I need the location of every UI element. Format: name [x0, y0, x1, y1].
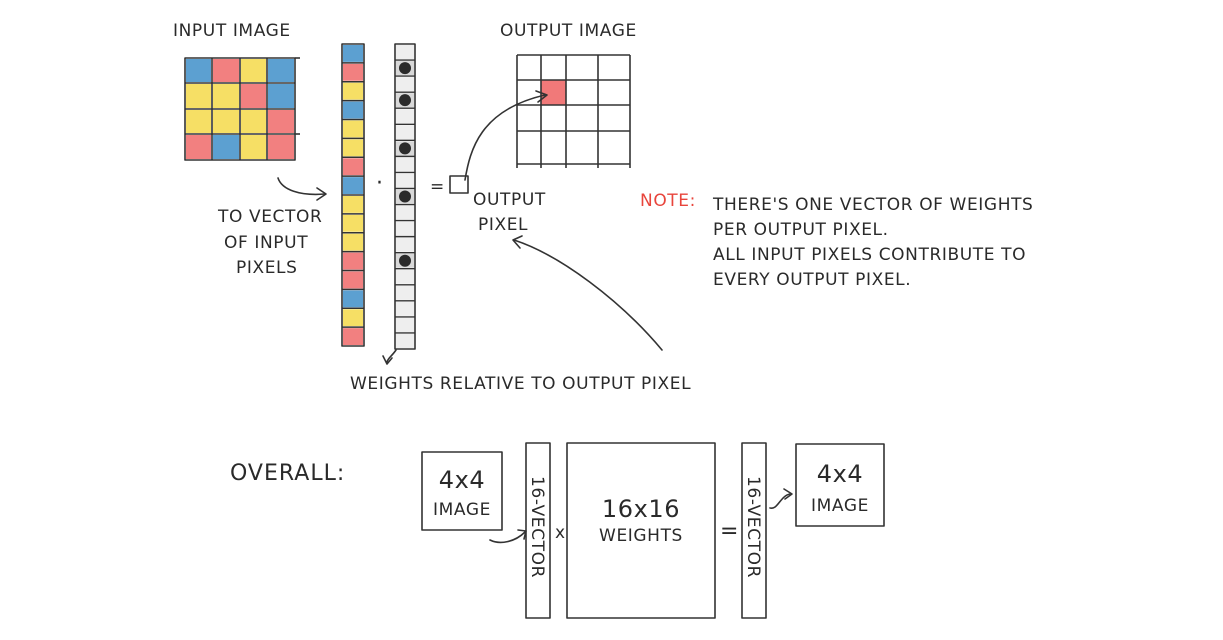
input-vector-cell [343, 45, 363, 62]
output-pixel-arrow [464, 94, 546, 181]
output-image-box-label: IMAGE [811, 496, 869, 516]
note-line-1: THERE'S ONE VECTOR OF WEIGHTS [712, 195, 1033, 215]
weight-dark-mark [399, 142, 411, 155]
note-line-2: PER OUTPUT PIXEL. [713, 220, 889, 240]
image-to-vector-arrow [489, 531, 526, 544]
weight-vector-cell [396, 77, 414, 92]
equals-operator-bottom: = [720, 519, 739, 544]
input-pixel-cell [186, 135, 211, 159]
weight-dark-mark [399, 94, 411, 107]
weights-matrix-size: 16x16 [602, 495, 680, 523]
input-vector-cell [343, 252, 363, 270]
input-pixel-cell [241, 110, 266, 133]
overall-label: OVERALL: [230, 461, 345, 486]
input-vector-cell [343, 309, 363, 327]
input-pixel-cell [241, 135, 266, 159]
to-vector-arrow [277, 177, 326, 196]
times-operator: x [555, 523, 566, 543]
weight-vector-cell [396, 125, 414, 140]
output-pixel-label-line1: OUTPUT [473, 190, 546, 210]
output-image-grid [516, 54, 631, 168]
weight-vector-cell [396, 157, 414, 172]
weight-vector-bottom-arrow [386, 349, 397, 363]
input-pixel-cell [186, 110, 211, 133]
input-pixel-cell [268, 110, 294, 133]
weight-vector-cell [396, 269, 414, 284]
input-vector-cell [343, 233, 363, 251]
input-vector-cell [343, 328, 363, 345]
weight-vector-cell [396, 285, 414, 300]
weight-dark-mark [399, 190, 411, 203]
weight-vector [395, 45, 415, 348]
input-image-title: INPUT IMAGE [173, 21, 291, 41]
input-pixel-cell [213, 84, 239, 108]
output-pixel-label-line2: PIXEL [478, 215, 528, 235]
diagram-svg: INPUT IMAGE OUTPUT IMAGE TO VECTOR OF IN… [173, 21, 1033, 619]
output-image-box-size: 4x4 [817, 460, 864, 488]
weight-vector-cell [396, 301, 414, 316]
input-vector-cell [343, 139, 363, 157]
note-label: NOTE: [640, 191, 696, 211]
note-line-3: ALL INPUT PIXELS CONTRIBUTE TO [713, 245, 1026, 265]
input-vector-cell [343, 120, 363, 138]
input-pixel-cell [268, 84, 294, 108]
weights-caption: WEIGHTS RELATIVE TO OUTPUT PIXEL [350, 374, 691, 394]
dot-operator: · [376, 171, 384, 196]
input-pixel-cell [241, 59, 266, 82]
to-vector-label-line3: PIXELS [236, 258, 298, 278]
input-vector-cell [343, 290, 363, 308]
input-pixel-cell [186, 59, 211, 82]
input-vector-cell [343, 196, 363, 213]
vector-to-image-arrow [769, 493, 791, 509]
input-pixel-cell [186, 84, 211, 108]
input-pixel-cell [268, 59, 294, 82]
input-pixel-cell [213, 59, 239, 82]
weights-caption-arrow [513, 239, 663, 351]
input-pixel-cell [268, 135, 294, 159]
input-pixel-cell [213, 110, 239, 133]
weight-vector-cell [396, 221, 414, 236]
input-vector-cell [343, 101, 363, 119]
weight-dark-mark [399, 62, 411, 75]
input-vector-cell [343, 177, 363, 194]
weight-dark-mark [399, 254, 411, 267]
note-line-4: EVERY OUTPUT PIXEL. [713, 270, 911, 290]
weight-vector-cell [396, 333, 414, 348]
to-vector-label-line2: OF INPUT [224, 233, 308, 253]
input-pixel-cell [241, 84, 266, 108]
equals-operator: = [430, 177, 445, 197]
input-vector-cell [343, 158, 363, 176]
input-vector-cell [343, 82, 363, 100]
weight-vector-cell [396, 317, 414, 332]
input-pixel-cell [213, 135, 239, 159]
weights-matrix-label: WEIGHTS [599, 526, 683, 546]
diagram-canvas: INPUT IMAGE OUTPUT IMAGE TO VECTOR OF IN… [0, 0, 1223, 640]
output-16-vector-label: 16-VECTOR [743, 476, 763, 578]
input-vector-cell [343, 214, 363, 232]
to-vector-label-line1: TO VECTOR [217, 207, 322, 227]
input-vector-cell [343, 271, 363, 289]
input-16-vector-label: 16-VECTOR [527, 476, 547, 578]
input-vector-cell [343, 63, 363, 81]
output-highlight-cell [541, 80, 566, 105]
weight-vector-cell [396, 173, 414, 188]
weight-vector-cell [396, 205, 414, 220]
input-image-box-size: 4x4 [439, 466, 486, 494]
input-pixel-vector [342, 45, 364, 345]
weight-vector-cell [396, 109, 414, 124]
weight-vector-cell [396, 45, 414, 60]
input-image-box-label: IMAGE [433, 500, 491, 520]
output-image-title: OUTPUT IMAGE [500, 21, 637, 41]
weight-vector-cell [396, 237, 414, 252]
